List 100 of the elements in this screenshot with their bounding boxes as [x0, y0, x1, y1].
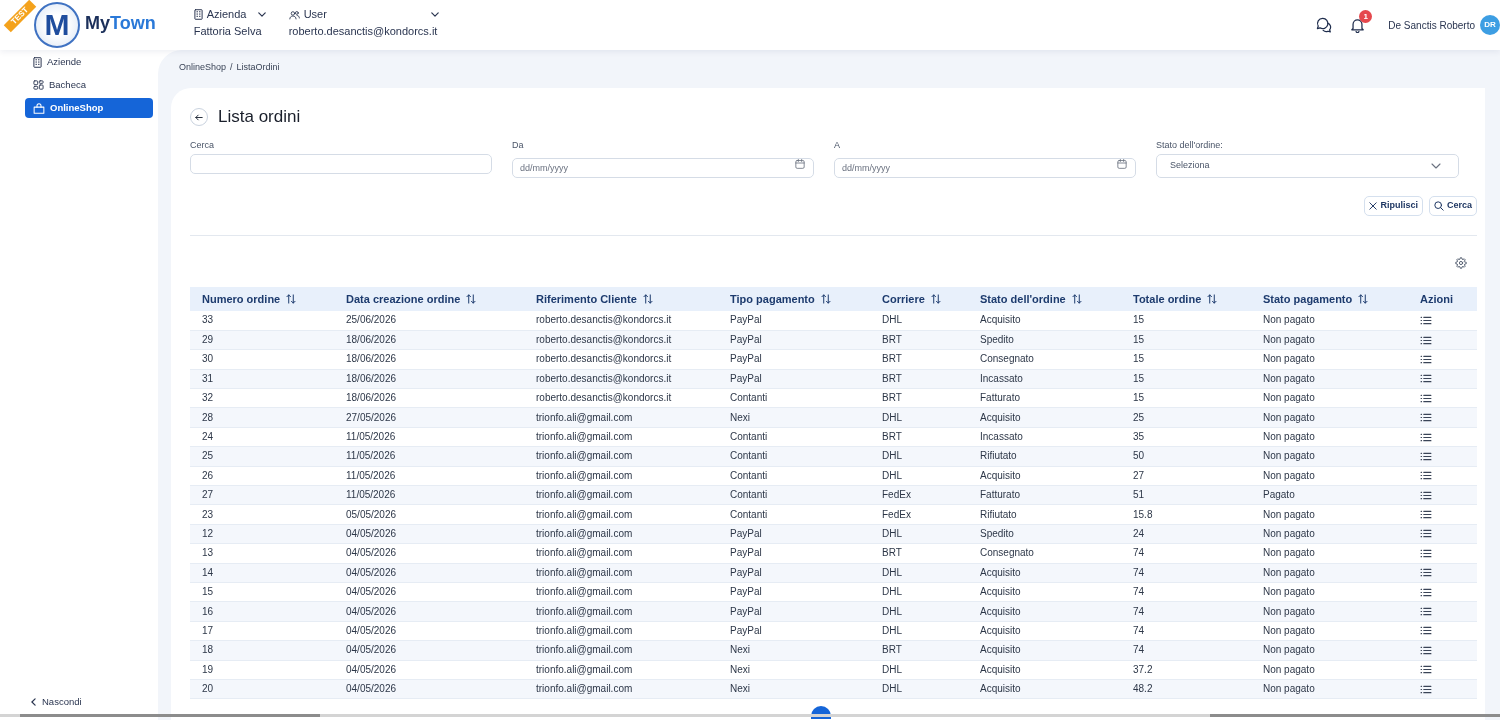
table-cell: Nexi	[718, 660, 870, 680]
search-field[interactable]	[190, 154, 492, 174]
table-cell: 15	[1121, 311, 1251, 331]
table-cell: 74	[1121, 582, 1251, 602]
chevron-down-icon	[1431, 163, 1441, 169]
table-cell: 18/06/2026	[334, 330, 524, 350]
dashboard-grid-icon	[33, 80, 44, 90]
list-icon[interactable]	[1420, 626, 1432, 636]
list-icon[interactable]	[1420, 413, 1432, 423]
table-cell: 20	[190, 679, 334, 699]
table-cell: Non pagato	[1251, 524, 1408, 544]
table-cell: 25	[190, 446, 334, 467]
table-cell: trionfo.ali@gmail.com	[524, 427, 718, 447]
list-icon[interactable]	[1420, 568, 1432, 578]
list-icon[interactable]	[1420, 510, 1432, 520]
list-icon[interactable]	[1420, 490, 1432, 500]
table-cell: PayPal	[718, 563, 870, 583]
search-button[interactable]: Cerca	[1428, 196, 1477, 216]
table-cell: 74	[1121, 563, 1251, 583]
table-cell: PayPal	[718, 349, 870, 370]
table-cell: Consegnato	[968, 349, 1121, 370]
list-icon[interactable]	[1420, 665, 1432, 675]
table-cell: 14	[190, 563, 334, 583]
table-cell: BRT	[870, 543, 968, 564]
list-icon[interactable]	[1420, 529, 1432, 539]
table-cell: 32	[190, 388, 334, 408]
list-icon[interactable]	[1420, 374, 1432, 384]
list-icon[interactable]	[1420, 645, 1432, 655]
table-cell: DHL	[870, 563, 968, 583]
settings-icon[interactable]	[1455, 257, 1467, 269]
chevron-down-icon	[258, 12, 267, 17]
column-header[interactable]: Totale ordine	[1121, 287, 1251, 311]
list-icon[interactable]	[1420, 432, 1432, 442]
date-field[interactable]: dd/mm/yyyy	[512, 158, 814, 178]
table-cell: DHL	[870, 679, 968, 699]
sidebar-item[interactable]: Aziende	[25, 52, 153, 72]
company-selector[interactable]: Azienda Fattoria Selva	[193, 8, 269, 38]
scrollbar-thumb[interactable]	[20, 714, 320, 717]
table-cell: trionfo.ali@gmail.com	[524, 563, 718, 583]
table-cell: Rifiutato	[968, 504, 1121, 525]
list-icon[interactable]	[1420, 607, 1432, 617]
chat-icon[interactable]	[1316, 17, 1333, 33]
column-header[interactable]: Stato dell'ordine	[968, 287, 1121, 311]
table-cell: 18	[190, 640, 334, 661]
field-label: A	[834, 140, 841, 151]
breadcrumb-separator: /	[230, 61, 233, 75]
list-icon[interactable]	[1420, 393, 1432, 403]
table-cell: 23	[190, 504, 334, 525]
list-icon[interactable]	[1420, 315, 1432, 325]
list-icon[interactable]	[1420, 684, 1432, 694]
hide-sidebar-button[interactable]: Nascondi	[25, 694, 153, 710]
column-header[interactable]: Tipo pagamento	[718, 287, 870, 311]
table-cell: Non pagato	[1251, 446, 1408, 467]
scrollbar-thumb[interactable]	[1210, 714, 1500, 717]
calendar-icon[interactable]	[1117, 159, 1127, 169]
horizontal-scrollbar[interactable]	[0, 714, 1500, 717]
table-cell: Acquisito	[968, 407, 1121, 428]
table-cell: 04/05/2026	[334, 660, 524, 680]
field-label: Da	[512, 140, 525, 151]
table-cell: Non pagato	[1251, 621, 1408, 641]
calendar-icon[interactable]	[795, 159, 805, 169]
list-icon[interactable]	[1420, 587, 1432, 597]
column-header[interactable]: Numero ordine	[190, 287, 334, 311]
list-icon[interactable]	[1420, 335, 1432, 345]
bell-icon[interactable]	[1350, 17, 1366, 33]
table-cell: Acquisito	[968, 601, 1121, 622]
clear-button[interactable]: Ripulisci	[1364, 196, 1423, 216]
table-cell: DHL	[870, 524, 968, 544]
breadcrumb-link[interactable]: OnlineShop	[179, 61, 227, 75]
column-header[interactable]: Stato pagamento	[1251, 287, 1408, 311]
breadcrumb-current: ListaOrdini	[236, 61, 280, 75]
users-icon	[288, 9, 300, 20]
table-cell: 11/05/2026	[334, 427, 524, 447]
table-cell: Acquisito	[968, 660, 1121, 680]
list-icon[interactable]	[1420, 451, 1432, 461]
table-cell: Rifiutato	[968, 446, 1121, 467]
list-icon[interactable]	[1420, 548, 1432, 558]
column-header[interactable]: Data creazione ordine	[334, 287, 524, 311]
sidebar-item[interactable]: Bacheca	[25, 75, 153, 95]
user-selector[interactable]: User roberto.desanctis@kondorcs.it	[288, 8, 439, 38]
table-cell: Contanti	[718, 485, 870, 505]
column-header[interactable]: Corriere	[870, 287, 968, 311]
table-cell: Non pagato	[1251, 563, 1408, 583]
table-cell: 27/05/2026	[334, 407, 524, 428]
brand-name: MyTown	[85, 13, 156, 32]
table-cell: roberto.desanctis@kondorcs.it	[524, 349, 718, 370]
table-cell: Fatturato	[968, 485, 1121, 505]
table-cell: 74	[1121, 621, 1251, 641]
sidebar-item[interactable]: OnlineShop	[25, 98, 153, 118]
table-cell: 24	[190, 427, 334, 447]
date-field[interactable]: dd/mm/yyyy	[834, 158, 1136, 178]
list-icon[interactable]	[1420, 354, 1432, 364]
column-header[interactable]: Riferimento Cliente	[524, 287, 718, 311]
table-cell: DHL	[870, 582, 968, 602]
list-icon[interactable]	[1420, 471, 1432, 481]
table-cell: 28	[190, 407, 334, 428]
table-cell: 31	[190, 369, 334, 389]
table-cell: Non pagato	[1251, 427, 1408, 447]
table-cell: Pagato	[1251, 485, 1408, 505]
status-select[interactable]: Seleziona	[1156, 154, 1459, 178]
